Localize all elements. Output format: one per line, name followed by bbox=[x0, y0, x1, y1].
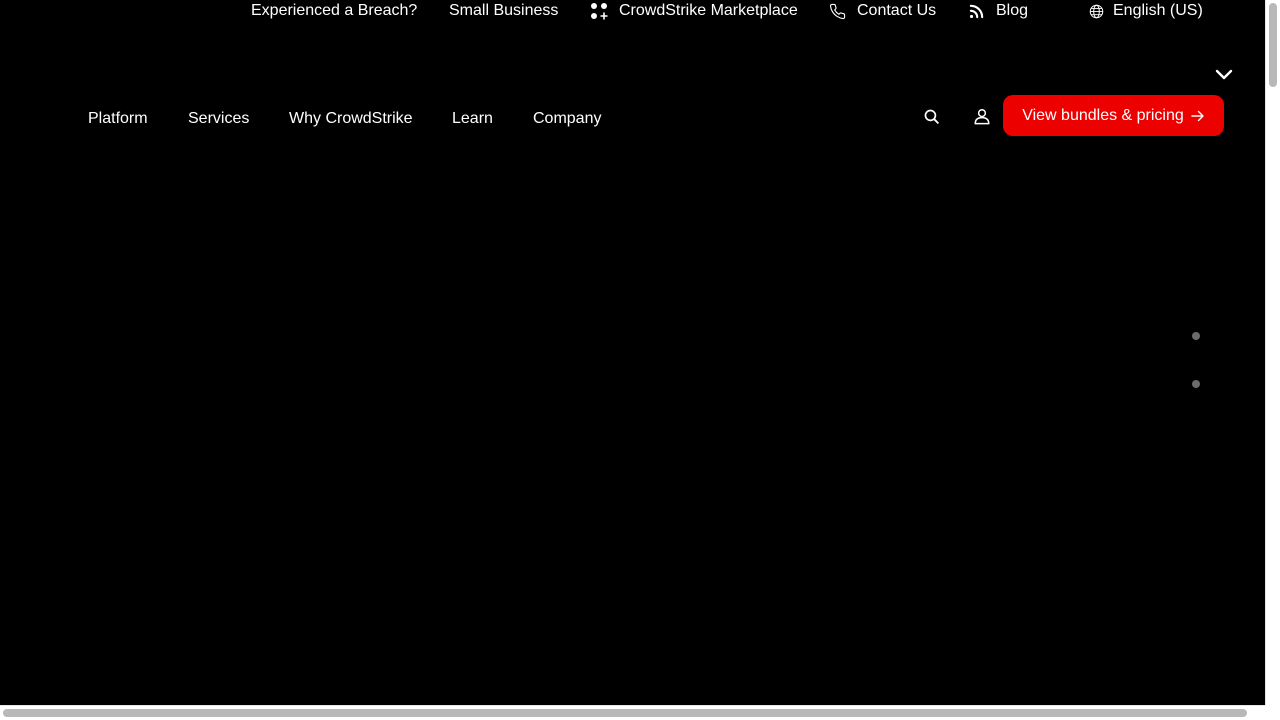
utility-link-experienced-breach[interactable]: Experienced a Breach? bbox=[251, 0, 417, 22]
vertical-scrollbar-thumb[interactable] bbox=[1269, 3, 1277, 87]
utility-link-label: Blog bbox=[996, 2, 1029, 19]
utility-link-label: Contact Us bbox=[857, 2, 937, 19]
utility-link-label: Small Business bbox=[449, 2, 559, 19]
globe-icon bbox=[1089, 4, 1104, 19]
nav-item-label: Services bbox=[188, 110, 250, 127]
horizontal-scrollbar-thumb[interactable] bbox=[3, 709, 1247, 717]
utility-link-label: CrowdStrike Marketplace bbox=[619, 2, 798, 19]
nav-item-services[interactable]: Services bbox=[188, 108, 249, 130]
arrow-right-icon bbox=[1191, 110, 1205, 122]
rss-icon bbox=[968, 3, 985, 20]
nav-item-label: Why CrowdStrike bbox=[289, 110, 413, 127]
vertical-scrollbar-track[interactable] bbox=[1265, 0, 1280, 705]
nav-item-why-crowdstrike[interactable]: Why CrowdStrike bbox=[289, 108, 413, 130]
utility-link-small-business[interactable]: Small Business bbox=[449, 0, 558, 22]
scrollbar-corner bbox=[1265, 705, 1280, 720]
carousel-dot-2[interactable] bbox=[1192, 380, 1200, 388]
nav-item-company[interactable]: Company bbox=[533, 108, 601, 130]
cta-label: View bundles & pricing bbox=[1022, 106, 1184, 124]
utility-link-contact-us[interactable]: Contact Us bbox=[829, 0, 936, 22]
carousel-dot-1[interactable] bbox=[1192, 332, 1200, 340]
utility-link-label: Experienced a Breach? bbox=[251, 2, 418, 19]
view-bundles-pricing-button[interactable]: View bundles & pricing bbox=[1003, 95, 1224, 136]
grid-plus-icon bbox=[590, 2, 608, 20]
nav-item-platform[interactable]: Platform bbox=[88, 108, 148, 130]
nav-item-learn[interactable]: Learn bbox=[452, 108, 493, 130]
nav-item-label: Platform bbox=[88, 110, 148, 127]
utility-link-blog[interactable]: Blog bbox=[968, 0, 1028, 22]
language-selector[interactable]: English (US) bbox=[1089, 0, 1203, 22]
utility-link-marketplace[interactable]: CrowdStrike Marketplace bbox=[590, 0, 798, 22]
nav-item-label: Company bbox=[533, 110, 602, 127]
phone-icon bbox=[829, 3, 846, 20]
search-icon[interactable] bbox=[921, 106, 941, 126]
page-viewport: Experienced a Breach? Small Business Cro… bbox=[0, 0, 1265, 705]
chevron-down-icon[interactable] bbox=[1215, 66, 1233, 84]
nav-item-label: Learn bbox=[452, 110, 493, 127]
language-selector-label: English (US) bbox=[1113, 2, 1203, 19]
user-icon[interactable] bbox=[972, 106, 992, 126]
